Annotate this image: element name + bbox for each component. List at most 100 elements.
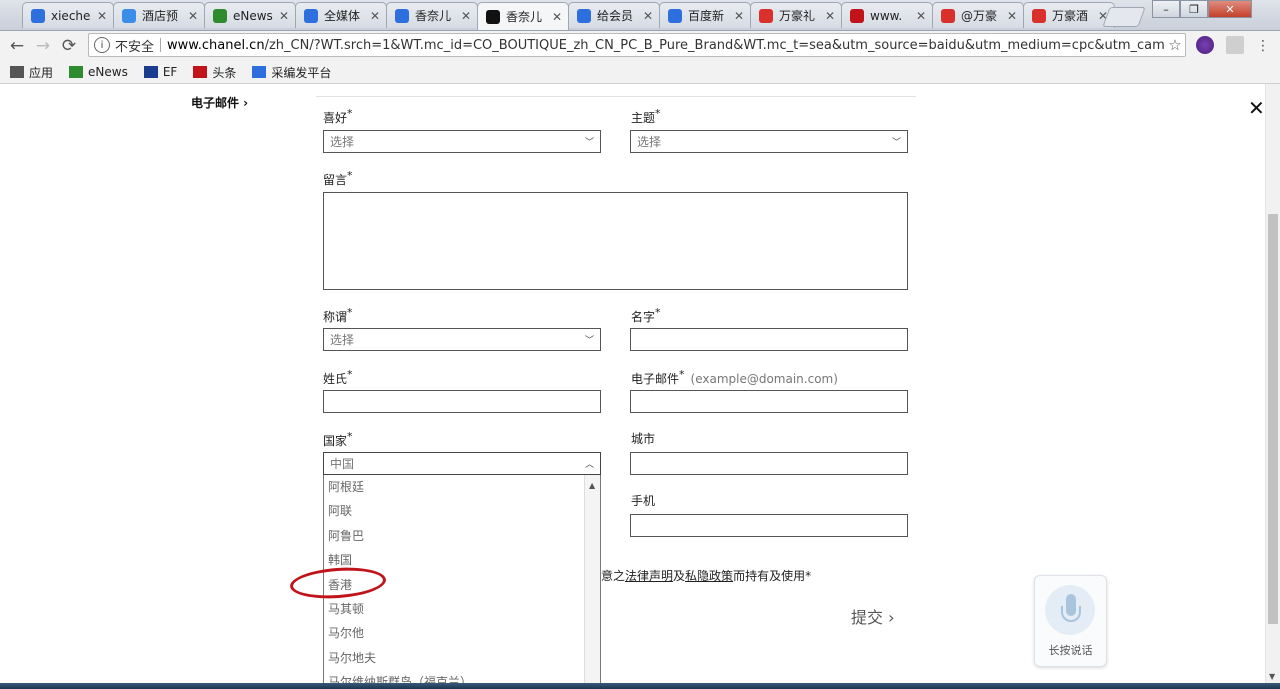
tab-label: 全媒体 (324, 9, 361, 23)
bookmark-label: 头条 (212, 65, 237, 80)
page-content: 电子邮件 › ✕ 喜好* 选择 ﹀ 主题* 选择 ﹀ 留言* 称谓* 选择 ﹀ 名字*… (0, 84, 1265, 689)
bookmark-item[interactable]: EF (143, 65, 177, 79)
tab-close-icon[interactable]: ✕ (825, 9, 835, 23)
tab-close-icon[interactable]: ✕ (643, 9, 653, 23)
message-textarea[interactable] (323, 192, 908, 290)
bookmark-star-icon[interactable]: ☆ (1165, 36, 1185, 54)
window-close-button[interactable]: ✕ (1208, 0, 1252, 18)
country-option[interactable]: 马其顿 (324, 597, 600, 621)
city-input[interactable] (630, 452, 908, 475)
email-input[interactable] (630, 390, 908, 413)
address-bar[interactable]: i 不安全 www.chanel.cn/zh_CN/?WT.srch=1&WT.… (88, 33, 1186, 57)
salutation-select[interactable]: 选择 ﹀ (323, 328, 601, 351)
topic-select[interactable]: 选择 ﹀ (630, 130, 908, 153)
country-select[interactable]: 中国 ︿ (323, 452, 601, 475)
mobile-label: 手机 (631, 494, 656, 508)
voice-label: 长按说话 (1048, 644, 1093, 657)
bookmark-item[interactable]: 采编发平台 (252, 64, 331, 81)
hobby-select[interactable]: 选择 ﹀ (323, 130, 601, 153)
url-host: www.chanel.cn (167, 37, 265, 53)
country-option[interactable]: 阿联 (324, 499, 600, 523)
tab-11[interactable]: 万豪酒 ✕ (1023, 2, 1115, 28)
tab-6[interactable]: 给会员 ✕ (568, 2, 660, 28)
tab-label: eNews (233, 8, 273, 23)
dropdown-scrollbar[interactable]: ▲ (584, 475, 600, 688)
extension-icon[interactable] (1196, 36, 1214, 54)
os-taskbar (0, 683, 1280, 689)
weibo-icon (1032, 8, 1046, 23)
privacy-policy-link[interactable]: 私隐政策 (685, 569, 733, 583)
tab-close-icon[interactable]: ✕ (188, 9, 198, 23)
tab-label: 百度新 (688, 9, 725, 23)
tab-close-icon[interactable]: ✕ (370, 9, 380, 23)
scroll-up-arrow-icon[interactable]: ▲ (589, 481, 595, 490)
required-mark: * (679, 368, 685, 381)
required-mark: * (347, 430, 353, 443)
legal-notice-link[interactable]: 法律声明 (625, 569, 673, 583)
bookmark-item[interactable]: 应用 (10, 64, 53, 81)
tab-9[interactable]: www. ✕ (841, 2, 933, 28)
bookmark-item[interactable]: eNews (69, 65, 128, 79)
tab-close-icon[interactable]: ✕ (461, 9, 471, 23)
tab-close-icon[interactable]: ✕ (734, 9, 744, 23)
globe-icon (122, 8, 136, 23)
required-mark: * (655, 107, 661, 120)
url-text[interactable]: www.chanel.cn/zh_CN/?WT.srch=1&WT.mc_id=… (167, 38, 1165, 53)
tab-close-icon[interactable]: ✕ (279, 9, 289, 23)
voice-input-widget[interactable]: 长按说话 (1034, 575, 1107, 667)
tab-8[interactable]: 万豪礼 ✕ (750, 2, 842, 28)
restore-button[interactable]: ❐ (1180, 0, 1208, 18)
toutiao-icon (193, 66, 208, 78)
firstname-label: 名字* (631, 306, 661, 325)
scroll-down-arrow-icon[interactable]: ▼ (1269, 672, 1275, 681)
legal-mid: 及 (673, 569, 686, 583)
bookmark-label: 应用 (29, 65, 54, 80)
reload-icon[interactable]: ⟳ (58, 35, 80, 57)
tab-1[interactable]: 酒店预 ✕ (113, 2, 205, 28)
menu-icon[interactable]: ⋮ (1252, 35, 1274, 57)
sidenav-email-link[interactable]: 电子邮件 › (191, 94, 248, 111)
scrollbar-thumb[interactable] (1268, 214, 1278, 624)
new-tab-button[interactable] (1102, 7, 1146, 27)
extension-pdf-icon[interactable] (1226, 36, 1244, 54)
back-arrow-icon[interactable]: ← (6, 35, 28, 57)
country-option[interactable]: 阿根廷 (324, 475, 600, 499)
tab-2[interactable]: eNews ✕ (204, 2, 296, 28)
tab-3[interactable]: 全媒体 ✕ (295, 2, 387, 28)
forward-arrow-icon[interactable]: → (32, 35, 54, 57)
tab-7[interactable]: 百度新 ✕ (659, 2, 751, 28)
country-option[interactable]: 马尔他 (324, 621, 600, 645)
country-option[interactable]: 阿鲁巴 (324, 524, 600, 548)
email-label-text: 电子邮件 (631, 372, 680, 386)
lastname-label: 姓氏* (323, 368, 353, 387)
close-icon[interactable]: ✕ (1248, 98, 1265, 118)
tab-label: 酒店预 (142, 9, 179, 23)
required-mark: * (347, 368, 353, 381)
email-hint: (example@domain.com) (690, 372, 838, 386)
mobile-input[interactable] (630, 514, 908, 537)
message-label: 留言* (323, 169, 353, 188)
country-option[interactable]: 马尔地夫 (324, 646, 600, 670)
topic-select-value: 选择 (637, 135, 662, 149)
weibo-icon (941, 8, 955, 23)
tab-5[interactable]: 香奈儿 ✕ (477, 2, 569, 30)
firstname-input[interactable] (630, 328, 908, 351)
tab-4[interactable]: 香奈儿 ✕ (386, 2, 478, 28)
minimize-button[interactable]: – (1152, 0, 1180, 18)
tab-close-icon[interactable]: ✕ (97, 9, 107, 23)
tab-close-icon[interactable]: ✕ (1007, 9, 1017, 23)
page-scrollbar[interactable]: ▼ (1265, 84, 1280, 689)
tab-close-icon[interactable]: ✕ (552, 10, 562, 24)
tab-0[interactable]: xieche ✕ (22, 2, 114, 28)
bookmark-item[interactable]: 头条 (193, 64, 236, 81)
paw-icon (395, 8, 409, 23)
alien-icon (213, 8, 227, 23)
lastname-label-text: 姓氏 (323, 372, 348, 386)
tab-10[interactable]: @万豪 ✕ (932, 2, 1024, 28)
info-icon[interactable]: i (94, 37, 110, 53)
chanel-icon (486, 9, 500, 24)
submit-button[interactable]: 提交 › (851, 604, 895, 628)
required-mark: * (347, 169, 353, 182)
tab-close-icon[interactable]: ✕ (916, 9, 926, 23)
lastname-input[interactable] (323, 390, 601, 413)
